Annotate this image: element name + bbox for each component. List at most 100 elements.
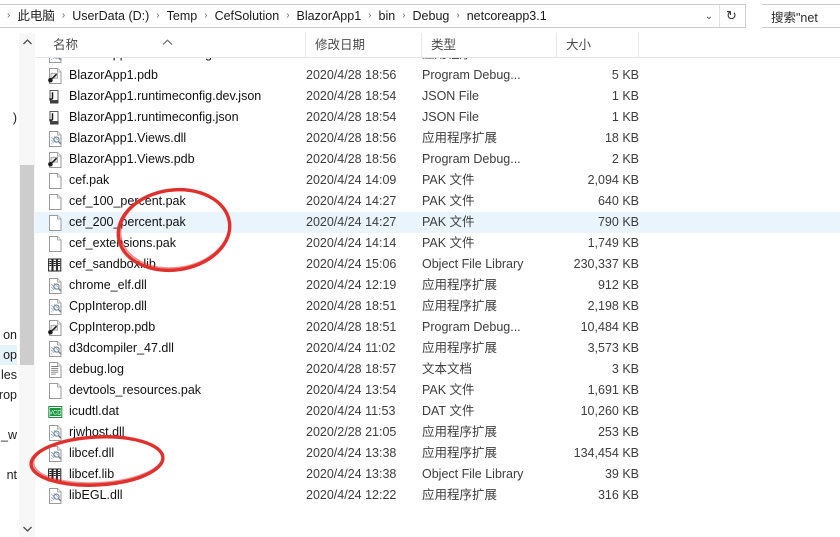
table-row[interactable]: BlazorApp1.runtimeconfig.dev.json 2020/4/… — [35, 86, 840, 107]
breadcrumb-item[interactable]: 此电脑 — [14, 5, 58, 27]
file-list[interactable]: BlazorApp1.runtimeconfig2020/4/28 18:56应… — [35, 58, 840, 537]
file-size-cell: 3 KB — [611, 362, 639, 376]
table-row[interactable]: BlazorApp1.runtimeconfig.json 2020/4/28 1… — [35, 107, 840, 128]
file-name-cell: BlazorApp1.runtimeconfig — [44, 58, 306, 65]
scroll-down-arrow-icon[interactable] — [19, 520, 36, 537]
breadcrumb-item[interactable]: Temp — [164, 5, 201, 27]
file-size-cell: 2,094 KB — [587, 173, 639, 187]
table-row[interactable]: libcef.lib 2020/4/24 13:38 Object File Lib… — [35, 464, 840, 485]
table-row[interactable]: rjwhost.dll 2020/2/28 21:05 应用程序扩展 253 KB — [35, 422, 840, 443]
breadcrumb-item[interactable]: netcoreapp3.1 — [464, 5, 550, 27]
file-date-cell: 2020/4/24 12:19 — [306, 278, 397, 292]
column-header-type-label: 类型 — [431, 38, 457, 52]
scroll-up-arrow-icon[interactable] — [19, 33, 36, 50]
breadcrumb-item[interactable]: bin — [376, 5, 399, 27]
column-header-name[interactable]: 名称 — [44, 33, 306, 58]
blank-file-icon — [48, 383, 63, 399]
chevron-down-icon[interactable]: ⌄ — [699, 5, 719, 27]
navigation-pane-item[interactable]: rop — [0, 385, 17, 405]
breadcrumb-item[interactable]: UserData (D:) — [69, 5, 152, 27]
json-icon — [48, 89, 63, 105]
search-input[interactable]: 搜索"net — [762, 4, 840, 28]
navigation-pane-item[interactable]: les — [0, 365, 17, 385]
dll-icon — [48, 488, 63, 504]
table-row[interactable]: cef_extensions.pak 2020/4/24 14:14 PAK 文件 1… — [35, 233, 840, 254]
breadcrumb-item[interactable]: BlazorApp1 — [294, 5, 365, 27]
file-size-cell: 2 KB — [611, 152, 639, 166]
breadcrumb-chevron-icon: › — [368, 10, 372, 21]
file-size-cell: 10,260 KB — [580, 404, 639, 418]
file-name-cell: cef_extensions.pak — [44, 233, 306, 254]
file-name-cell: cef_100_percent.pak — [44, 191, 306, 212]
refresh-icon[interactable]: ↻ — [719, 5, 743, 27]
table-row[interactable]: chrome_elf.dll 2020/4/24 12:19 应用程序扩展 912 K… — [35, 275, 840, 296]
navigation-pane-item[interactable]: _w — [0, 425, 17, 445]
sort-ascending-icon — [162, 31, 173, 56]
file-name-cell: CppInterop.dll — [44, 296, 306, 317]
dll-icon — [48, 278, 63, 294]
column-header-size[interactable]: 大小 — [557, 33, 639, 58]
file-date-cell: 2020/4/24 12:22 — [306, 488, 397, 502]
table-row[interactable]: debug.log 2020/4/28 18:57 文本文档 3 KB — [35, 359, 840, 380]
pdb-icon — [48, 68, 63, 84]
file-name-cell: BlazorApp1.runtimeconfig.dev.json — [44, 86, 306, 107]
table-row[interactable]: BlazorApp1.Views.pdb 2020/4/28 18:56 Progr… — [35, 149, 840, 170]
table-row[interactable]: d3dcompiler_47.dll 2020/4/24 11:02 应用程序扩展 3… — [35, 338, 840, 359]
table-row[interactable]: cef.pak 2020/4/24 14:09 PAK 文件 2,094 KB — [35, 170, 840, 191]
file-size-cell: 18 KB — [604, 131, 639, 145]
file-date-cell: 2020/4/28 18:56 — [306, 131, 397, 145]
table-row[interactable]: CppInterop.pdb 2020/4/28 18:51 Program Deb… — [35, 317, 840, 338]
column-header-date-label: 修改日期 — [315, 38, 366, 52]
file-name-cell: d3dcompiler_47.dll — [44, 338, 306, 359]
navigation-pane-clipped[interactable]: on op les rop _wnt) — [0, 33, 18, 537]
table-row[interactable]: BlazorApp1.runtimeconfig2020/4/28 18:56应… — [35, 58, 840, 65]
dll-icon — [48, 131, 63, 147]
dll-icon — [48, 425, 63, 441]
file-size-cell: 1,691 KB — [587, 383, 639, 397]
file-size-cell: 3,573 KB — [587, 341, 639, 355]
file-date-cell: 2020/4/28 18:54 — [306, 89, 397, 103]
file-name-cell: cef_200_percent.pak — [44, 212, 306, 233]
file-size-cell: 230,337 KB — [573, 257, 639, 271]
dll-icon — [48, 446, 63, 462]
navigation-pane-item[interactable]: on — [0, 325, 17, 345]
table-row[interactable]: VCD icudtl.dat 2020/4/24 11:53 DAT 文件 10,260… — [35, 401, 840, 422]
table-row[interactable]: cef_200_percent.pak 2020/4/24 14:27 PAK 文件… — [35, 212, 840, 233]
column-header-date[interactable]: 修改日期 — [306, 33, 422, 58]
file-date-cell: 2020/4/28 18:51 — [306, 320, 397, 334]
file-size-cell: 39 KB — [604, 467, 639, 481]
table-row[interactable]: cef_sandbox.lib 2020/4/24 15:06 Object Fil… — [35, 254, 840, 275]
navigation-pane-item[interactable]: op — [0, 345, 17, 365]
lib-icon — [48, 257, 63, 273]
file-list-scrollbar[interactable] — [18, 33, 36, 537]
file-size-cell: 1 KB — [611, 89, 639, 103]
table-row[interactable]: BlazorApp1.Views.dll 2020/4/28 18:56 应用程序扩… — [35, 128, 840, 149]
file-name-cell: libcef.lib — [44, 464, 306, 485]
file-name-cell: chrome_elf.dll — [44, 275, 306, 296]
table-row[interactable]: libcef.dll 2020/4/24 13:38 应用程序扩展 134,454 K… — [35, 443, 840, 464]
dll-icon — [48, 299, 63, 315]
file-name-cell: cef_sandbox.lib — [44, 254, 306, 275]
address-bar-controls: ⌄ ↻ — [699, 5, 745, 27]
address-path-box[interactable]: › 此电脑 › UserData (D:) › Temp › CefSolution › Blaz… — [0, 4, 746, 28]
navigation-pane-item[interactable]: ) — [0, 108, 17, 128]
breadcrumb-item[interactable]: Debug — [410, 5, 453, 27]
file-date-cell: 2020/4/24 15:06 — [306, 257, 397, 271]
file-size-cell: 790 KB — [597, 215, 639, 229]
column-header-type[interactable]: 类型 — [422, 33, 557, 58]
table-row[interactable]: cef_100_percent.pak 2020/4/24 14:27 PAK 文件… — [35, 191, 840, 212]
table-row[interactable]: BlazorApp1.pdb 2020/4/28 18:56 Program Deb… — [35, 65, 840, 86]
file-date-cell: 2020/4/24 14:14 — [306, 236, 397, 250]
file-size-cell: 5 KB — [611, 68, 639, 82]
column-header-name-label: 名称 — [53, 38, 79, 52]
file-name-cell: rjwhost.dll — [44, 422, 306, 443]
scrollbar-thumb[interactable] — [20, 165, 34, 365]
table-row[interactable]: devtools_resources.pak 2020/4/24 13:54 PAK… — [35, 380, 840, 401]
dll-icon — [48, 58, 63, 63]
file-name-cell: VCD icudtl.dat — [48, 404, 120, 418]
navigation-pane-item[interactable]: nt — [0, 465, 17, 485]
breadcrumb-item[interactable]: CefSolution — [212, 5, 283, 27]
file-date-cell: 2020/2/28 21:05 — [306, 425, 397, 439]
table-row[interactable]: libEGL.dll 2020/4/24 12:22 应用程序扩展 316 KB — [35, 485, 840, 506]
table-row[interactable]: CppInterop.dll 2020/4/28 18:51 应用程序扩展 2,198… — [35, 296, 840, 317]
